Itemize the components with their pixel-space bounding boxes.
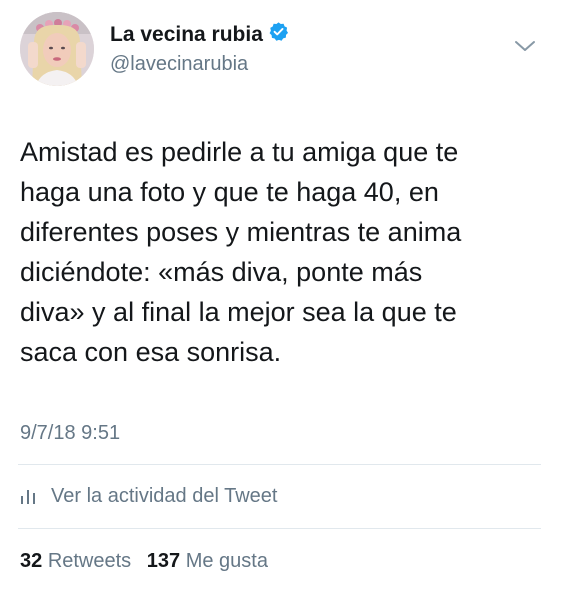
tweet-activity-link[interactable]: Ver la actividad del Tweet bbox=[20, 482, 277, 510]
tweet-card: La vecina rubia @lavecinarubia Amistad e… bbox=[0, 0, 561, 594]
bar-chart-icon bbox=[20, 487, 38, 505]
tweet-timestamp[interactable]: 9/7/18 9:51 bbox=[20, 420, 120, 446]
divider bbox=[18, 464, 541, 465]
verified-badge-icon bbox=[268, 21, 289, 47]
likes-stat[interactable]: 137 Me gusta bbox=[147, 548, 268, 574]
tweet-stats: 32 Retweets 137 Me gusta bbox=[20, 548, 268, 574]
retweets-stat[interactable]: 32 Retweets bbox=[20, 548, 131, 574]
tweet-header: La vecina rubia @lavecinarubia bbox=[20, 12, 540, 92]
retweets-label: Retweets bbox=[47, 550, 132, 572]
activity-label: Ver la actividad del Tweet bbox=[51, 484, 278, 507]
chevron-down-icon[interactable] bbox=[510, 34, 540, 58]
author-handle[interactable]: @lavecinarubia bbox=[110, 51, 289, 77]
author-display-name[interactable]: La vecina rubia bbox=[110, 22, 263, 48]
retweets-count: 32 bbox=[20, 550, 43, 572]
author-info: La vecina rubia @lavecinarubia bbox=[110, 22, 289, 77]
likes-label: Me gusta bbox=[185, 550, 268, 572]
divider bbox=[18, 528, 541, 529]
likes-count: 137 bbox=[146, 550, 181, 572]
avatar-photo bbox=[20, 12, 94, 86]
avatar[interactable] bbox=[20, 12, 94, 86]
tweet-text: Amistad es pedirle a tu amiga que te hag… bbox=[20, 137, 462, 367]
